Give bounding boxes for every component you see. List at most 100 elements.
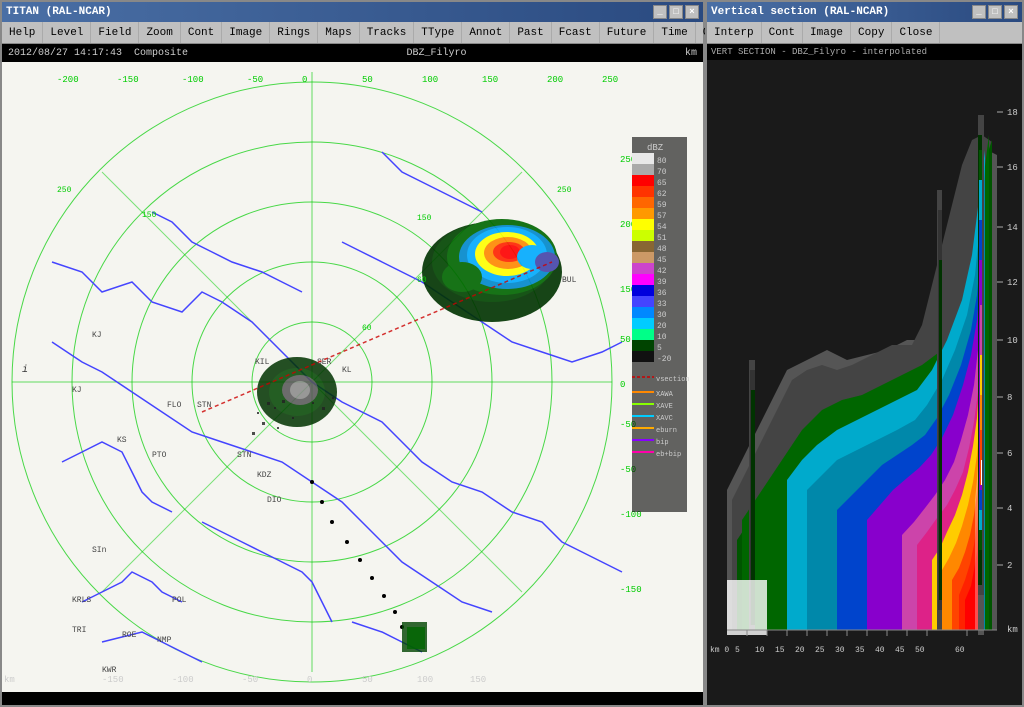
vsection-maximize-btn[interactable]: □ <box>988 5 1002 19</box>
svg-text:-50: -50 <box>242 675 258 685</box>
svg-text:16: 16 <box>1007 163 1018 173</box>
svg-text:50: 50 <box>362 675 373 685</box>
svg-text:20: 20 <box>657 322 667 331</box>
svg-text:TRI: TRI <box>72 626 86 635</box>
menu-time[interactable]: Time <box>654 22 695 43</box>
svg-text:20: 20 <box>795 646 805 655</box>
vsection-section-header: VERT SECTION - DBZ_Filyro - interpolated <box>707 44 1022 60</box>
svg-text:-150: -150 <box>117 75 139 85</box>
svg-text:14: 14 <box>1007 223 1018 233</box>
svg-text:250: 250 <box>602 75 618 85</box>
vsection-title: Vertical section (RAL-NCAR) <box>711 6 889 18</box>
svg-text:bip: bip <box>656 439 669 447</box>
vsection-menu-close[interactable]: Close <box>892 22 940 43</box>
vsection-menubar: Interp Cont Image Copy Close <box>707 22 1022 44</box>
vsection-menu-copy[interactable]: Copy <box>851 22 892 43</box>
svg-text:45: 45 <box>895 646 905 655</box>
svg-text:60: 60 <box>362 324 372 333</box>
menu-image[interactable]: Image <box>222 22 270 43</box>
svg-text:KWR: KWR <box>102 666 117 675</box>
vsection-menu-image[interactable]: Image <box>803 22 851 43</box>
svg-text:35: 35 <box>855 646 865 655</box>
svg-text:42: 42 <box>657 267 667 276</box>
menu-tracks[interactable]: Tracks <box>360 22 415 43</box>
svg-text:5: 5 <box>657 344 662 353</box>
svg-text:100: 100 <box>417 675 433 685</box>
svg-text:-150: -150 <box>102 675 124 685</box>
titan-maximize-btn[interactable]: □ <box>669 5 683 19</box>
svg-text:36: 36 <box>657 289 667 298</box>
svg-text:XAVE: XAVE <box>656 403 673 411</box>
vsection-canvas[interactable]: 18 16 14 12 10 8 6 4 2 km <box>707 60 1022 705</box>
svg-text:45: 45 <box>657 256 667 265</box>
svg-text:10: 10 <box>657 333 667 342</box>
svg-text:ROE: ROE <box>122 631 137 640</box>
svg-text:STN: STN <box>237 451 252 460</box>
menu-rings[interactable]: Rings <box>270 22 318 43</box>
svg-text:DIO: DIO <box>267 496 282 505</box>
menu-zoom[interactable]: Zoom <box>139 22 180 43</box>
menu-future[interactable]: Future <box>600 22 655 43</box>
svg-text:km 0: km 0 <box>710 646 729 655</box>
svg-text:25: 25 <box>815 646 825 655</box>
menu-help[interactable]: Help <box>2 22 43 43</box>
svg-text:59: 59 <box>657 201 667 210</box>
svg-text:40: 40 <box>875 646 885 655</box>
vsection-menu-cont[interactable]: Cont <box>762 22 803 43</box>
svg-text:KL: KL <box>342 366 352 375</box>
svg-text:5: 5 <box>735 646 740 655</box>
svg-text:KIL: KIL <box>255 358 270 367</box>
svg-text:48: 48 <box>657 245 667 254</box>
svg-text:10: 10 <box>1007 336 1018 346</box>
svg-text:80: 80 <box>657 157 667 166</box>
titan-titlebar-buttons: _ □ × <box>653 5 699 19</box>
svg-text:150: 150 <box>417 214 432 223</box>
svg-text:km: km <box>4 675 15 685</box>
svg-text:30: 30 <box>657 311 667 320</box>
svg-text:eburn: eburn <box>656 427 677 435</box>
svg-text:km: km <box>1007 625 1018 635</box>
svg-text:eb+bip: eb+bip <box>656 451 681 459</box>
menu-cont[interactable]: Cont <box>181 22 222 43</box>
svg-text:18: 18 <box>1007 108 1018 118</box>
svg-text:vsection: vsection <box>656 376 690 384</box>
svg-text:dBZ: dBZ <box>647 143 664 153</box>
menu-maps[interactable]: Maps <box>318 22 359 43</box>
menu-fcast[interactable]: Fcast <box>552 22 600 43</box>
svg-text:XAVC: XAVC <box>656 415 673 423</box>
svg-text:10: 10 <box>755 646 765 655</box>
vsection-titlebar-buttons: _ □ × <box>972 5 1018 19</box>
svg-text:FLO: FLO <box>167 401 182 410</box>
titan-minimize-btn[interactable]: _ <box>653 5 667 19</box>
svg-text:200: 200 <box>547 75 563 85</box>
svg-text:12: 12 <box>1007 278 1018 288</box>
svg-text:KRLS: KRLS <box>72 596 91 605</box>
svg-text:KDZ: KDZ <box>257 471 272 480</box>
svg-text:33: 33 <box>657 300 667 309</box>
titan-titlebar: TITAN (RAL-NCAR) _ □ × <box>2 2 703 22</box>
radar-svg: 250 200 150 0 -50 -100 -150 50 -50 0 -50… <box>2 62 703 692</box>
svg-text:8: 8 <box>1007 393 1012 403</box>
svg-text:BUL: BUL <box>562 276 577 285</box>
svg-text:6: 6 <box>1007 449 1012 459</box>
radar-field-label: DBZ_Filyro <box>407 48 467 59</box>
titan-close-btn[interactable]: × <box>685 5 699 19</box>
svg-text:39: 39 <box>657 278 667 287</box>
svg-text:51: 51 <box>657 234 667 243</box>
svg-text:50: 50 <box>362 75 373 85</box>
svg-text:15: 15 <box>775 646 785 655</box>
menu-ttype[interactable]: TType <box>414 22 462 43</box>
svg-text:-200: -200 <box>57 75 79 85</box>
svg-text:57: 57 <box>657 212 667 221</box>
svg-text:150: 150 <box>142 211 157 220</box>
vsection-close-x-btn[interactable]: × <box>1004 5 1018 19</box>
vsection-menu-interp[interactable]: Interp <box>707 22 762 43</box>
menu-level[interactable]: Level <box>43 22 91 43</box>
menu-annot[interactable]: Annot <box>462 22 510 43</box>
radar-canvas[interactable]: 250 200 150 0 -50 -100 -150 50 -50 0 -50… <box>2 62 703 705</box>
vsection-svg: 18 16 14 12 10 8 6 4 2 km <box>707 60 1022 690</box>
svg-text:250: 250 <box>57 186 72 195</box>
menu-past[interactable]: Past <box>510 22 551 43</box>
menu-field[interactable]: Field <box>91 22 139 43</box>
vsection-minimize-btn[interactable]: _ <box>972 5 986 19</box>
